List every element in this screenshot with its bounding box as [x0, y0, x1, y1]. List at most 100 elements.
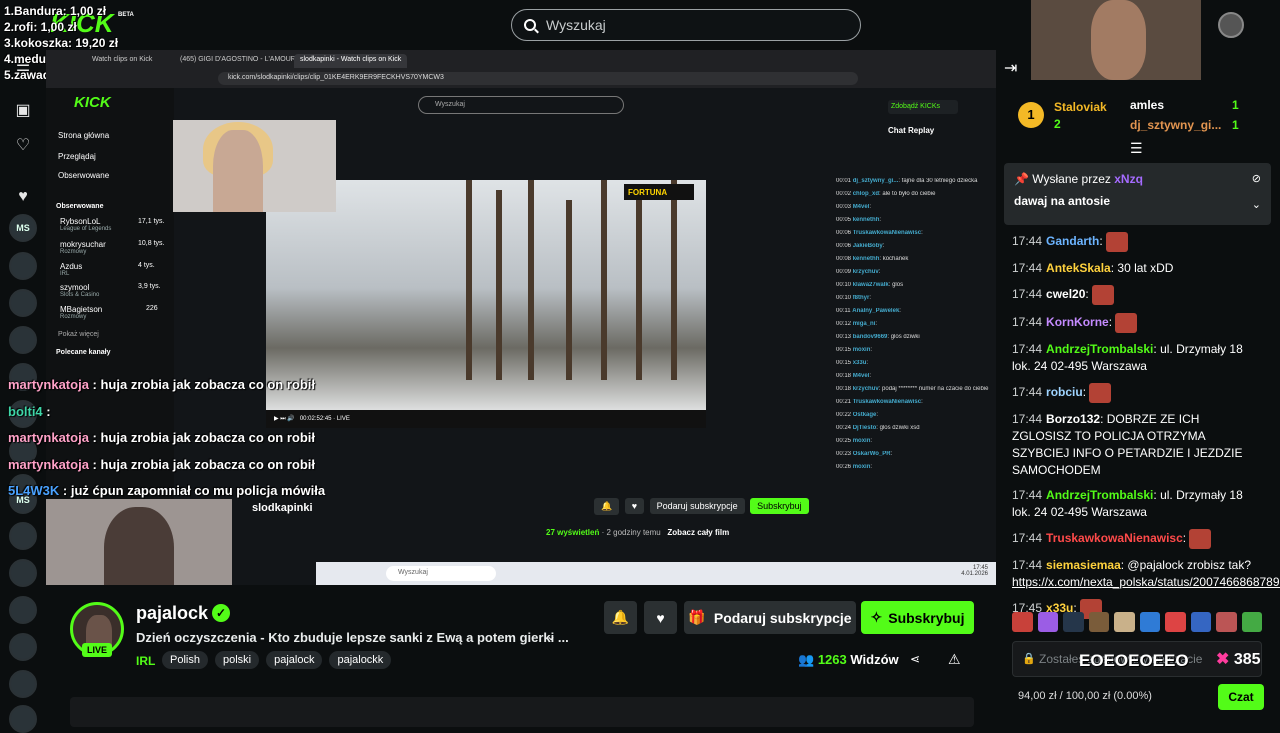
- emote[interactable]: [1165, 612, 1186, 632]
- inner-chat-line: 00:26 moxin:: [836, 464, 873, 470]
- heart-icon[interactable]: ♡: [12, 134, 34, 156]
- category-link[interactable]: IRL: [136, 654, 155, 668]
- chat-message: 17:44 cwel20:: [1012, 285, 1262, 305]
- leaderboard-name: dj_sztywny_gi...: [1130, 118, 1222, 132]
- chat-message: 17:44 KornKorne:: [1012, 313, 1262, 333]
- inner-chat-line: 00:25 moxin:: [836, 438, 873, 444]
- tag[interactable]: pajalockk: [329, 651, 392, 669]
- inner-show-more: Pokaż więcej: [58, 331, 99, 338]
- beta-label: BETA: [118, 12, 134, 18]
- tag[interactable]: Polish: [162, 651, 208, 669]
- gift-subs-button[interactable]: 🎁 Podaruj subskrypcje: [684, 601, 856, 634]
- emote[interactable]: [1139, 612, 1160, 632]
- overlay-chat-line: martynkatoja : huja zrobia jak zobacza c…: [8, 377, 316, 392]
- emote[interactable]: [1012, 612, 1033, 632]
- channel-avatar[interactable]: [9, 596, 37, 624]
- tag[interactable]: polski: [214, 651, 260, 669]
- heart-icon: ♥: [656, 609, 665, 626]
- donation-line: 3.kokoszka: 19,20 zł: [4, 36, 119, 50]
- share-icon[interactable]: ⋖: [910, 652, 920, 666]
- stream-info: LIVE pajalock ✓ Dzień oczyszczenia - Kto…: [46, 585, 996, 727]
- chat-message: 17:44 Gandarth:: [1012, 232, 1262, 252]
- notification-bell-button[interactable]: 🔔: [604, 601, 637, 634]
- pinned-message[interactable]: 📌 Wysłane przez xNzq dawaj na antosie ⊘ …: [1004, 163, 1271, 225]
- overlay-text: EOEOEOEEO: [1079, 651, 1189, 670]
- user-avatar[interactable]: [1218, 12, 1244, 38]
- channel-avatar[interactable]: [9, 289, 37, 317]
- inner-chat-line: 00:02 chlop_xd: ale to było do ciebie: [836, 191, 936, 197]
- left-rail: ☰ ▣ ♡ ♥ MS MS: [0, 0, 46, 733]
- chat-link[interactable]: https://x.com/nexta_polska/status/200746…: [1012, 575, 1280, 589]
- search-input[interactable]: [546, 17, 826, 33]
- inner-followed-item: mokrysuchar Rozmowy: [60, 240, 106, 255]
- inner-search: Wyszukaj: [418, 96, 624, 114]
- verified-icon: ✓: [212, 604, 230, 622]
- leaderboard-name: Staloviak: [1054, 100, 1107, 114]
- donation-line: 1.Bandura: 1,00 zł: [4, 4, 107, 18]
- gift-icon: 🎁: [688, 609, 706, 625]
- chat-message: 17:44 AntekSkala: 30 lat xDD: [1012, 261, 1174, 275]
- emote[interactable]: [1216, 612, 1237, 632]
- about-panel: [70, 697, 974, 727]
- channel-avatar[interactable]: [9, 252, 37, 280]
- video-player[interactable]: Watch clips on Kick (465) GIGI D'AGOSTIN…: [46, 50, 996, 585]
- channel-avatar[interactable]: [9, 705, 37, 733]
- channel-avatar[interactable]: MS: [9, 214, 37, 242]
- browse-icon[interactable]: ▣: [12, 99, 34, 121]
- channel-avatar[interactable]: [9, 559, 37, 587]
- browser-tab[interactable]: (465) GIGI D'AGOSTINO - L'AMOUR: [174, 54, 302, 68]
- search-bar[interactable]: [511, 9, 861, 41]
- emote: [1092, 285, 1115, 305]
- kick-counter: ✖ 385: [1216, 651, 1261, 668]
- channel-name[interactable]: pajalock: [136, 603, 208, 624]
- emote[interactable]: [1088, 612, 1109, 632]
- emote[interactable]: [1190, 612, 1211, 632]
- rank-badge: 1: [1018, 102, 1044, 128]
- browser-tab[interactable]: Watch clips on Kick: [86, 54, 158, 68]
- chat-send-button[interactable]: Czat: [1218, 684, 1264, 710]
- address-bar[interactable]: kick.com/slodkapinki/clips/clip_01KE4ERK…: [218, 72, 858, 85]
- inner-chat-line: 00:15 x33u:: [836, 360, 869, 366]
- emote[interactable]: [1037, 612, 1058, 632]
- follow-button[interactable]: ♥: [644, 601, 677, 634]
- inner-followed-item: MBagietson Rozmowy: [60, 305, 103, 320]
- browser-tab[interactable]: slodkapinki - Watch clips on Kick: [294, 54, 408, 68]
- stream-title: Dzień oczyszczenia - Kto zbuduje lepsze …: [136, 630, 569, 645]
- channel-avatar[interactable]: [9, 522, 37, 550]
- inner-channel-name: slodkapinki: [252, 502, 313, 514]
- inner-meta: 27 wyświetleń · 2 godziny temu Zobacz ca…: [546, 528, 730, 537]
- channel-avatar[interactable]: [9, 326, 37, 354]
- overlay-chat-line: martynkatoja : huja zrobia jak zobacza c…: [8, 430, 316, 445]
- inner-chat-line: 00:03 M4vel:: [836, 204, 872, 210]
- chat-settings-icon[interactable]: ☰: [1130, 140, 1143, 157]
- hide-icon[interactable]: ⊘: [1252, 172, 1261, 185]
- goal-balance: 94,00 zł / 100,00 zł (0.00%): [1018, 690, 1152, 702]
- inner-recommended-heading: Polecane kanały: [56, 349, 111, 356]
- leaderboard-value: 1: [1232, 118, 1239, 132]
- inner-chat-line: 00:05 kennethh:: [836, 217, 882, 223]
- sponsor-banner: FORTUNA: [624, 184, 694, 200]
- inner-chat-line: 00:21 TruskawkowaNienawisc:: [836, 399, 923, 405]
- following-icon[interactable]: ♥: [12, 186, 34, 208]
- emote-strip: [1012, 612, 1262, 634]
- emote: [1115, 313, 1138, 333]
- inner-chat-log: 00:01 dj_sztywny_gi...: fajne dla 30 let…: [836, 178, 996, 477]
- subscribe-button[interactable]: ✧ Subskrybuj: [861, 601, 974, 634]
- channel-avatar[interactable]: [9, 633, 37, 661]
- inner-followed-heading: Obserwowane: [56, 203, 104, 210]
- live-badge: LIVE: [82, 643, 112, 657]
- report-icon[interactable]: ⚠: [948, 651, 961, 668]
- collapse-chat-icon[interactable]: ⇥: [1004, 58, 1017, 78]
- lock-icon: 🔒: [1022, 653, 1036, 665]
- emote[interactable]: [1063, 612, 1084, 632]
- channel-avatar[interactable]: [9, 670, 37, 698]
- bell-icon: 🔔: [611, 609, 630, 625]
- chevron-down-icon[interactable]: ⌄: [1252, 198, 1261, 211]
- emote[interactable]: [1114, 612, 1135, 632]
- chevron-down-icon[interactable]: ⌄: [546, 629, 556, 643]
- emote[interactable]: [1241, 612, 1262, 632]
- tag[interactable]: pajalock: [266, 651, 323, 669]
- overlay-chat-line: martynkatoja : huja zrobia jak zobacza c…: [8, 457, 316, 472]
- taskbar-clock: 17:45 4.01.2026: [961, 565, 988, 577]
- chat-panel: ⇥ 1 Staloviak 2 amles 1 dj_sztywny_gi...…: [996, 0, 1280, 720]
